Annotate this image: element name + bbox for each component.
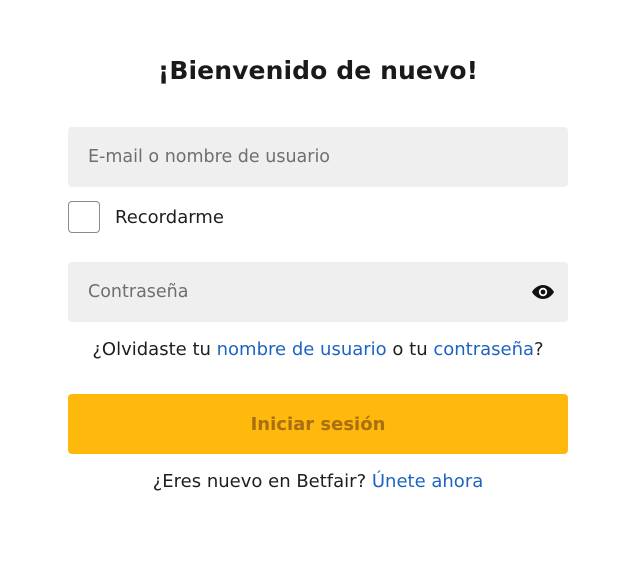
forgot-password-link[interactable]: contraseña (433, 339, 534, 360)
forgot-username-link[interactable]: nombre de usuario (217, 339, 387, 360)
page-title: ¡Bienvenido de nuevo! (157, 56, 479, 85)
forgot-suffix: ? (534, 339, 544, 360)
forgot-credentials: ¿Olvidaste tu nombre de usuario o tu con… (0, 339, 620, 360)
signup-prompt: ¿Eres nuevo en Betfair? Únete ahora (0, 471, 620, 492)
remember-label: Recordarme (115, 206, 224, 228)
forgot-prefix: ¿Olvidaste tu (92, 339, 217, 360)
password-field-container (68, 262, 568, 322)
login-page: ¡Bienvenido de nuevo! Recordarme ¿Olvida… (0, 0, 620, 577)
remember-me: Recordarme (68, 201, 224, 233)
signup-prefix: ¿Eres nuevo en Betfair? (152, 471, 372, 492)
eye-icon[interactable] (530, 281, 556, 303)
password-input[interactable] (68, 262, 568, 322)
remember-checkbox[interactable] (68, 201, 100, 233)
signup-link[interactable]: Únete ahora (372, 471, 483, 492)
email-field-container (68, 127, 568, 187)
forgot-middle: o tu (386, 339, 434, 360)
login-button[interactable]: Iniciar sesión (68, 394, 568, 454)
email-input[interactable] (68, 127, 568, 187)
